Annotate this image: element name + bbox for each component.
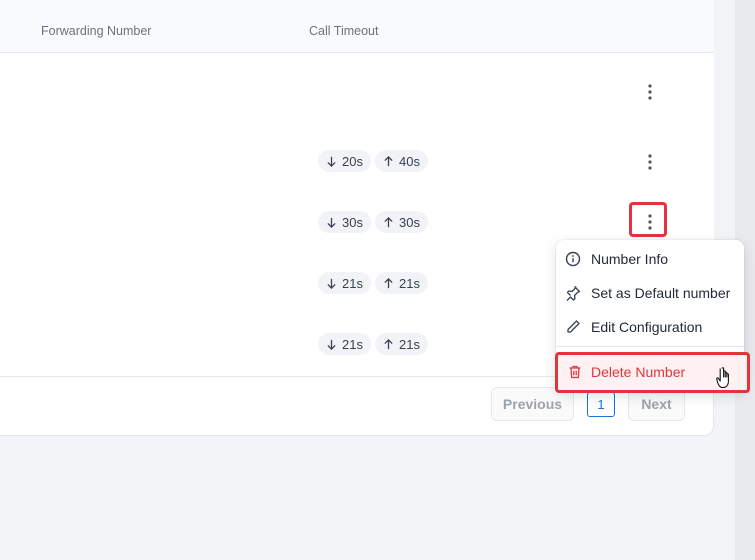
table-header: Forwarding Number Call Timeout	[0, 10, 714, 53]
more-vertical-icon	[648, 154, 652, 170]
pencil-icon	[567, 320, 580, 333]
menu-item-label: Number Info	[591, 251, 669, 267]
table-row: 20s 40s	[0, 132, 714, 194]
timeout-outbound-badge: 21s	[375, 272, 428, 294]
arrow-down-icon	[327, 217, 336, 228]
row-actions-button[interactable]	[639, 79, 661, 105]
arrow-down-icon	[327, 339, 336, 350]
pin-icon	[566, 286, 581, 301]
arrow-down-icon	[327, 278, 336, 289]
column-header-call-timeout: Call Timeout	[309, 24, 379, 38]
arrow-up-icon	[384, 155, 393, 166]
menu-item-edit-configuration[interactable]: Edit Configuration	[556, 313, 744, 341]
arrow-up-icon	[384, 216, 393, 227]
arrow-up-icon	[384, 277, 393, 288]
timeout-inbound-badge: 30s	[318, 211, 371, 233]
timeout-outbound-badge: 40s	[375, 150, 428, 172]
timeout-outbound-value: 30s	[399, 214, 420, 230]
timeout-inbound-value: 21s	[342, 336, 363, 352]
menu-item-number-info[interactable]: Number Info	[556, 245, 744, 273]
menu-item-set-default[interactable]: Set as Default number	[556, 279, 744, 307]
column-header-forwarding-number: Forwarding Number	[41, 24, 152, 38]
timeout-inbound-value: 30s	[342, 214, 363, 230]
menu-divider	[556, 346, 744, 347]
timeout-inbound-value: 21s	[342, 275, 363, 291]
row-actions-button[interactable]	[639, 149, 661, 175]
hand-pointer-cursor-icon	[716, 367, 729, 389]
menu-item-label: Set as Default number	[591, 285, 731, 301]
timeout-outbound-badge: 30s	[375, 211, 428, 233]
menu-item-label: Delete Number	[591, 364, 686, 380]
arrow-down-icon	[327, 156, 336, 167]
info-icon	[565, 251, 581, 267]
more-vertical-icon	[648, 84, 652, 100]
timeout-outbound-badge: 21s	[375, 333, 428, 355]
timeout-outbound-value: 40s	[399, 153, 420, 169]
table-row	[0, 53, 714, 133]
arrow-up-icon	[384, 338, 393, 349]
timeout-inbound-badge: 21s	[318, 333, 371, 355]
timeout-inbound-badge: 21s	[318, 272, 371, 294]
active-row-actions-highlight	[629, 202, 667, 237]
timeout-inbound-badge: 20s	[318, 150, 371, 172]
pagination-page-1[interactable]: 1	[587, 392, 615, 417]
timeout-outbound-value: 21s	[399, 275, 420, 291]
timeout-inbound-value: 20s	[342, 153, 363, 169]
menu-item-label: Edit Configuration	[591, 319, 703, 335]
timeout-outbound-value: 21s	[399, 336, 420, 352]
trash-icon	[569, 365, 581, 379]
